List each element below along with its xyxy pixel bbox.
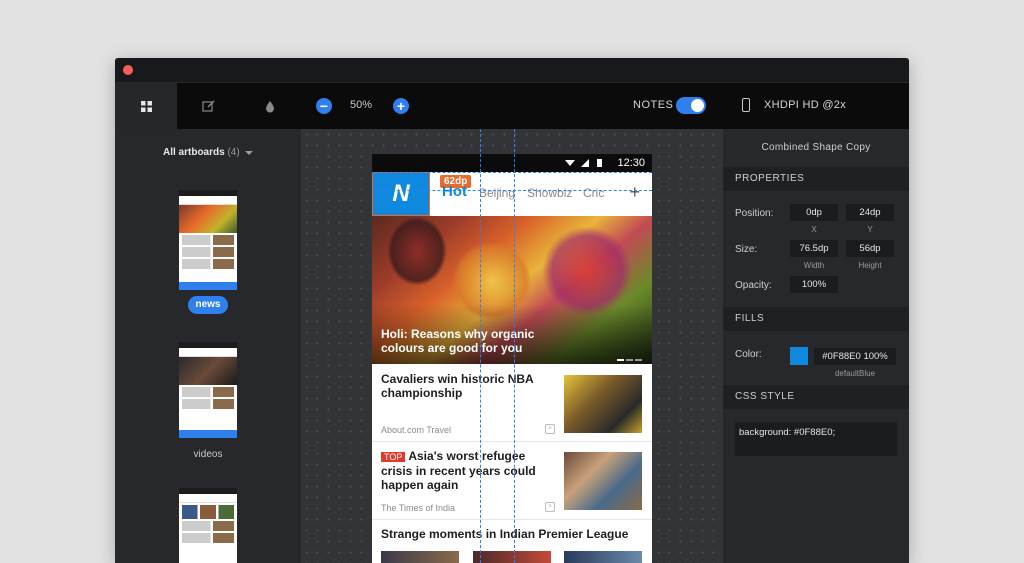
artboard-news[interactable]: 12:30 N 62dp Hot Beijing Showbiz Cric + …: [372, 154, 652, 563]
css-style-heading: CSS STYLE: [723, 385, 909, 409]
hero-story[interactable]: Holi: Reasons why organic colours are go…: [372, 216, 652, 364]
toolbar: − 50% + NOTES XHDPI HD @2x: [115, 83, 909, 129]
dismiss-icon[interactable]: ×: [545, 424, 555, 434]
artboard-thumb-news[interactable]: [179, 190, 237, 290]
opacity-label: Opacity:: [735, 280, 772, 291]
chevron-down-icon[interactable]: [245, 151, 253, 155]
top-badge: TOP: [381, 452, 406, 462]
app-window: − 50% + NOTES XHDPI HD @2x All artboards…: [115, 58, 909, 563]
position-y-field[interactable]: 24dp: [846, 204, 894, 221]
article-source: The Times of India: [381, 503, 456, 513]
size-width-field[interactable]: 76.5dp: [790, 240, 838, 257]
inspector-panel: Combined Shape Copy PROPERTIES Position:…: [723, 129, 909, 563]
position-x-field[interactable]: 0dp: [790, 204, 838, 221]
size-label: Size:: [735, 244, 758, 255]
article-thumbnail: [473, 551, 551, 563]
app-bar: N 62dp Hot Beijing Showbiz Cric +: [372, 172, 652, 216]
status-bar: 12:30: [372, 154, 652, 172]
selection-outline: [372, 172, 430, 216]
status-time: 12:30: [617, 157, 645, 169]
zoom-in-button[interactable]: +: [393, 98, 409, 114]
position-label: Position:: [735, 208, 774, 219]
drop-icon: [266, 100, 274, 112]
zoom-level: 50%: [349, 99, 373, 111]
size-height-field[interactable]: 56dp: [846, 240, 894, 257]
list-item[interactable]: TOP Asia's worst refugee crisis in recent…: [372, 441, 652, 520]
tab-styles[interactable]: [239, 83, 301, 129]
article-thumbnail: [564, 551, 642, 563]
edit-icon: [201, 100, 214, 112]
device-selector[interactable]: XHDPI HD @2x: [764, 99, 846, 111]
tab-notes-edit[interactable]: [177, 83, 239, 129]
opacity-field[interactable]: 100%: [790, 276, 838, 293]
tab-beijing[interactable]: Beijing: [479, 186, 515, 200]
guide-line: [514, 129, 515, 563]
artboards-count: (4): [227, 147, 240, 158]
layer-name: Combined Shape Copy: [761, 142, 871, 153]
notes-label: NOTES: [633, 99, 674, 111]
artboard-thumb-3[interactable]: [179, 488, 237, 563]
close-window-button[interactable]: [123, 65, 133, 75]
title-bar: [115, 58, 909, 83]
guide-line: [372, 172, 652, 173]
color-value-field[interactable]: #0F88E0 100%: [814, 348, 896, 365]
width-caption: Width: [803, 261, 825, 270]
zoom-out-button[interactable]: −: [316, 98, 332, 114]
artboards-panel: All artboards (4) news videos: [115, 129, 301, 563]
tab-artboards[interactable]: [115, 83, 177, 129]
x-caption: X: [811, 225, 817, 234]
grid-icon: [140, 100, 152, 112]
signal-icons: [565, 159, 602, 167]
height-caption: Height: [858, 261, 882, 270]
design-canvas[interactable]: 12:30 N 62dp Hot Beijing Showbiz Cric + …: [301, 129, 723, 563]
toggle-knob: [691, 99, 704, 112]
article-thumbnail: [564, 452, 642, 510]
phone-icon: [742, 98, 750, 112]
article-source: About.com Travel: [381, 425, 452, 435]
color-name: defaultBlue: [834, 369, 876, 378]
guide-line: [480, 129, 481, 563]
artboard-thumb-videos[interactable]: [179, 342, 237, 438]
notes-toggle[interactable]: [676, 97, 706, 114]
list-item[interactable]: Cavaliers win historic NBA championship …: [372, 364, 652, 442]
hero-caption: Holi: Reasons why organic colours are go…: [381, 327, 535, 355]
article-thumbnail: [381, 551, 459, 563]
css-code-box[interactable]: background: #0F88E0;: [735, 422, 897, 456]
y-caption: Y: [867, 225, 873, 234]
list-item[interactable]: Strange moments in Indian Premier League: [372, 519, 652, 563]
article-title: Cavaliers win historic NBA championship: [381, 372, 534, 400]
artboards-heading[interactable]: All artboards (4): [163, 147, 240, 158]
artboard-label-videos[interactable]: videos: [168, 449, 248, 460]
tab-cric[interactable]: Cric: [583, 186, 604, 200]
article-title: Strange moments in Indian Premier League: [381, 527, 629, 541]
article-thumbnail: [564, 375, 642, 433]
article-title: TOP Asia's worst refugee crisis in recent…: [381, 449, 556, 492]
add-tab-icon[interactable]: +: [629, 182, 640, 203]
artboards-heading-label: All artboards: [163, 147, 225, 158]
carousel-dots: [615, 348, 642, 364]
artboard-label-news[interactable]: news: [188, 296, 228, 314]
tab-hot[interactable]: Hot: [442, 183, 467, 200]
color-label: Color:: [735, 349, 762, 360]
fills-heading: FILLS: [723, 307, 909, 331]
tab-showbiz[interactable]: Showbiz: [527, 186, 572, 200]
guide-line: [372, 190, 652, 191]
properties-heading: PROPERTIES: [723, 167, 909, 191]
color-swatch[interactable]: [790, 347, 808, 365]
dismiss-icon[interactable]: ×: [545, 502, 555, 512]
